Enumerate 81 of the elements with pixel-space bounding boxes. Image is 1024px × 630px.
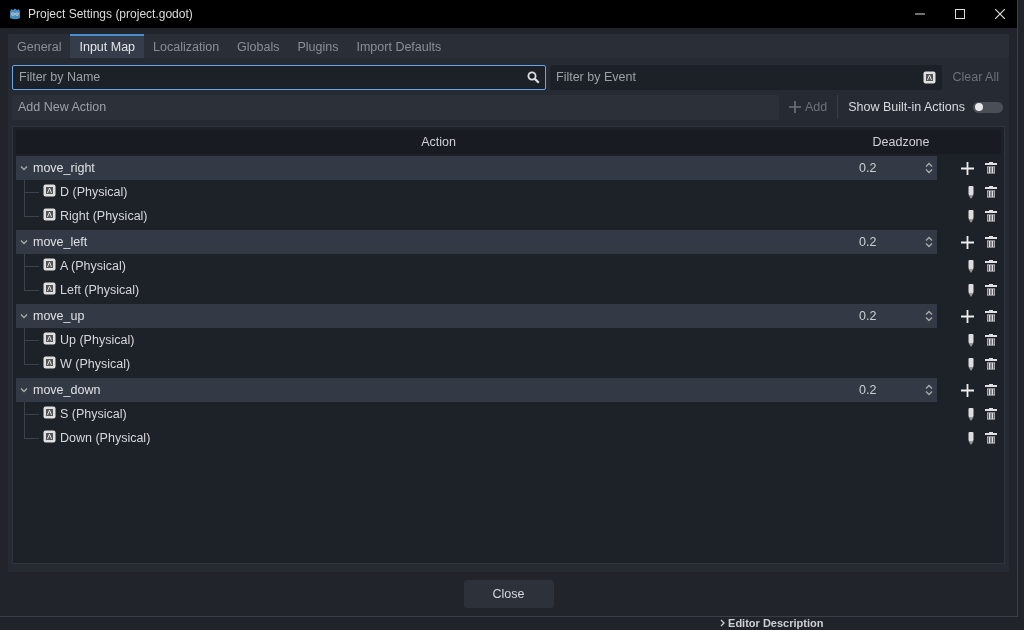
edit-button[interactable]	[968, 333, 974, 347]
event-label: Right (Physical)	[60, 209, 149, 223]
maximize-icon[interactable]	[955, 9, 965, 19]
tab[interactable]: Globals	[228, 34, 289, 58]
edit-button[interactable]	[968, 431, 974, 445]
chevron-icon[interactable]	[20, 239, 28, 245]
deadzone-spinbox[interactable]: 0.2	[851, 378, 937, 402]
event-label: D (Physical)	[60, 185, 129, 199]
event-label: W (Physical)	[60, 357, 132, 371]
deadzone-spinbox[interactable]: 0.2	[851, 230, 937, 254]
spin-arrows-icon[interactable]	[925, 310, 933, 322]
edit-button[interactable]	[968, 259, 974, 273]
key-icon	[43, 282, 56, 295]
trash-button[interactable]	[985, 408, 997, 420]
chevron-icon[interactable]	[20, 165, 28, 171]
trash-button[interactable]	[985, 284, 997, 296]
action-name: move_left	[33, 235, 89, 249]
filter-name-field[interactable]: Filter by Name	[12, 64, 546, 90]
key-icon	[43, 184, 56, 197]
column-header: Action	[420, 135, 457, 149]
trash-button[interactable]	[985, 358, 997, 370]
search-icon	[527, 70, 540, 84]
close-dialog-button[interactable]: Close	[463, 580, 554, 608]
tab[interactable]: General	[8, 34, 71, 58]
trash-button[interactable]	[985, 432, 997, 444]
key-icon	[43, 430, 56, 443]
edit-button[interactable]	[968, 209, 974, 223]
new-action-field[interactable]: Add New Action	[12, 94, 779, 120]
action-row[interactable]: move_down 0.2	[16, 378, 937, 402]
trash-button[interactable]	[985, 186, 997, 198]
add-event-button[interactable]	[961, 161, 974, 175]
spin-arrows-icon[interactable]	[925, 236, 933, 248]
edit-button[interactable]	[968, 185, 974, 199]
trash-button[interactable]	[985, 384, 997, 396]
trash-button[interactable]	[985, 236, 997, 248]
section-heading: Editor Description	[728, 617, 824, 629]
trash-button[interactable]	[985, 162, 997, 174]
event-label: Left (Physical)	[60, 283, 141, 297]
event-label: S (Physical)	[60, 407, 128, 421]
tab[interactable]: Localization	[144, 34, 229, 58]
window-title: Project Settings (project.godot)	[28, 7, 194, 21]
key-icon	[43, 356, 56, 369]
tab[interactable]: Input Map	[70, 34, 145, 58]
action-row[interactable]: move_right 0.2	[16, 156, 937, 180]
action-name: move_right	[33, 161, 96, 175]
add-event-button[interactable]	[961, 309, 974, 323]
close-icon[interactable]	[995, 9, 1005, 19]
edit-button[interactable]	[968, 283, 974, 297]
spin-arrows-icon[interactable]	[925, 162, 933, 174]
key-icon	[43, 208, 56, 221]
trash-button[interactable]	[985, 260, 997, 272]
chevron-icon[interactable]	[20, 387, 28, 393]
edit-button[interactable]	[968, 407, 974, 421]
robot-logo-icon	[8, 7, 22, 21]
event-label: Down (Physical)	[60, 431, 152, 445]
action-name: move_down	[33, 383, 102, 397]
column-header: Deadzone	[871, 135, 931, 149]
chevron-icon	[720, 619, 725, 627]
show-builtin-toggle[interactable]: Show Built-in Actions	[842, 100, 1005, 114]
action-row[interactable]: move_left 0.2	[16, 230, 937, 254]
add-event-button[interactable]	[961, 383, 974, 397]
trash-button[interactable]	[985, 334, 997, 346]
key-icon	[43, 332, 56, 345]
edit-button[interactable]	[968, 357, 974, 371]
key-icon	[43, 406, 56, 419]
spin-arrows-icon[interactable]	[925, 384, 933, 396]
add-event-button[interactable]	[961, 235, 974, 249]
event-label: A (Physical)	[60, 259, 127, 273]
action-name: move_up	[33, 309, 86, 323]
key-icon	[43, 258, 56, 271]
trash-button[interactable]	[985, 210, 997, 222]
deadzone-spinbox[interactable]: 0.2	[851, 304, 937, 328]
action-row[interactable]: move_up 0.2	[16, 304, 937, 328]
switch-icon[interactable]	[973, 101, 1003, 113]
deadzone-spinbox[interactable]: 0.2	[851, 156, 937, 180]
tab[interactable]: Import Defaults	[347, 34, 451, 58]
trash-button[interactable]	[985, 310, 997, 322]
filter-event-field[interactable]: Filter by Event	[550, 64, 943, 90]
tab[interactable]: Plugins	[288, 34, 348, 58]
chevron-icon[interactable]	[20, 313, 28, 319]
event-label: Up (Physical)	[60, 333, 136, 347]
